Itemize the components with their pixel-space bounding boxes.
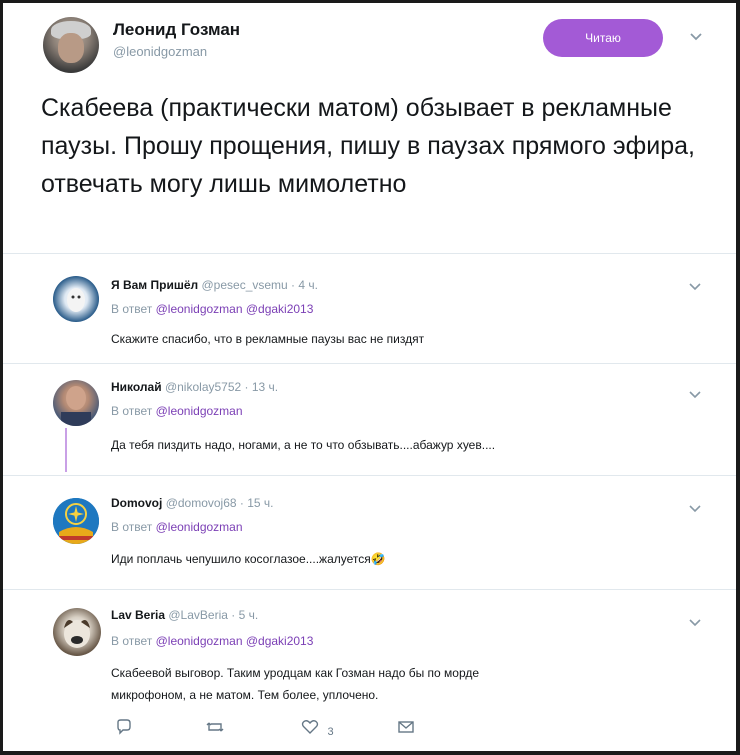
chevron-down-icon[interactable] (689, 614, 701, 630)
reply-text-line-2: микрофоном, а не матом. Тем более, уплоч… (111, 688, 379, 702)
reply-to-link[interactable]: @leonidgozman (156, 404, 243, 418)
main-tweet: Леонид Гозман @leonidgozman Читаю Скабее… (3, 3, 736, 251)
reply-to-line: В ответ @leonidgozman @dgaki2013 (111, 302, 313, 316)
chevron-down-icon[interactable] (689, 29, 703, 45)
mail-icon[interactable] (397, 719, 415, 740)
reply-author-name[interactable]: Lav Beria (111, 608, 165, 622)
reply-prefix: В ответ (111, 520, 153, 534)
reply-prefix: В ответ (111, 404, 153, 418)
reply-to-link[interactable]: @leonidgozman (156, 520, 243, 534)
reply-text: Скажите спасибо, что в рекламные паузы в… (111, 332, 425, 346)
following-button[interactable]: Читаю (543, 19, 663, 57)
avatar[interactable] (53, 498, 99, 544)
reply-to-line: В ответ @leonidgozman @dgaki2013 (111, 634, 313, 648)
reply-prefix: В ответ (111, 634, 153, 648)
tweet-actions: 3 (111, 719, 431, 743)
tweet-text: Скабеева (практически матом) обзывает в … (41, 94, 695, 198)
avatar[interactable] (53, 276, 99, 322)
reply-meta: @LavBeria · 5 ч. (168, 608, 259, 622)
reply-author: Lav Beria @LavBeria · 5 ч. (111, 608, 258, 622)
reply-to-link[interactable]: @leonidgozman @dgaki2013 (156, 302, 314, 316)
chevron-down-icon[interactable] (689, 500, 701, 516)
like-count: 3 (327, 726, 334, 738)
like-button[interactable]: 3 (301, 719, 334, 740)
retweet-icon[interactable] (205, 719, 225, 740)
reply-author: Николай @nikolay5752 · 13 ч. (111, 380, 278, 394)
reply-to-line: В ответ @leonidgozman (111, 520, 243, 534)
reply-meta: @nikolay5752 · 13 ч. (164, 380, 279, 394)
avatar-face (58, 33, 84, 63)
reply-tweet[interactable]: Я Вам Пришёл @pesec_vsemu · 4 ч. В ответ… (3, 254, 736, 364)
reply-author-name[interactable]: Domovoj (111, 496, 162, 510)
reply-prefix: В ответ (111, 302, 153, 316)
reply-author-name[interactable]: Николай (111, 380, 162, 394)
reply-tweet[interactable]: Николай @nikolay5752 · 13 ч. В ответ @le… (3, 364, 736, 474)
chevron-down-icon[interactable] (689, 278, 701, 294)
avatar[interactable] (53, 608, 101, 656)
reply-meta: @pesec_vsemu · 4 ч. (201, 278, 318, 292)
reply-text: Да тебя пиздить надо, ногами, а не то чт… (111, 438, 496, 452)
reply-to-line: В ответ @leonidgozman (111, 404, 243, 418)
avatar[interactable] (53, 380, 99, 426)
author-handle: @leonidgozman (113, 44, 208, 59)
reply-text: Иди поплачь чепушило косоглазое....жалуе… (111, 552, 386, 566)
reply-text-line-1: Скабеевой выговор. Таким уродцам как Гоз… (111, 666, 480, 680)
reply-author: Domovoj @domovoj68 · 15 ч. (111, 496, 274, 510)
chevron-down-icon[interactable] (689, 386, 701, 402)
reply-tweet[interactable]: Domovoj @domovoj68 · 15 ч. В ответ @leon… (3, 476, 736, 588)
author-name[interactable]: Леонид Гозман (113, 20, 240, 40)
reply-to-link[interactable]: @leonidgozman @dgaki2013 (156, 634, 314, 648)
thread-line (65, 428, 67, 472)
heart-icon (301, 720, 323, 739)
tweet-screenshot-frame: Леонид Гозман @leonidgozman Читаю Скабее… (3, 3, 736, 751)
avatar[interactable] (43, 17, 99, 73)
reply-author: Я Вам Пришёл @pesec_vsemu · 4 ч. (111, 278, 318, 292)
reply-meta: @domovoj68 · 15 ч. (165, 496, 274, 510)
reply-author-name[interactable]: Я Вам Пришёл (111, 278, 198, 292)
comment-icon[interactable] (115, 719, 133, 740)
